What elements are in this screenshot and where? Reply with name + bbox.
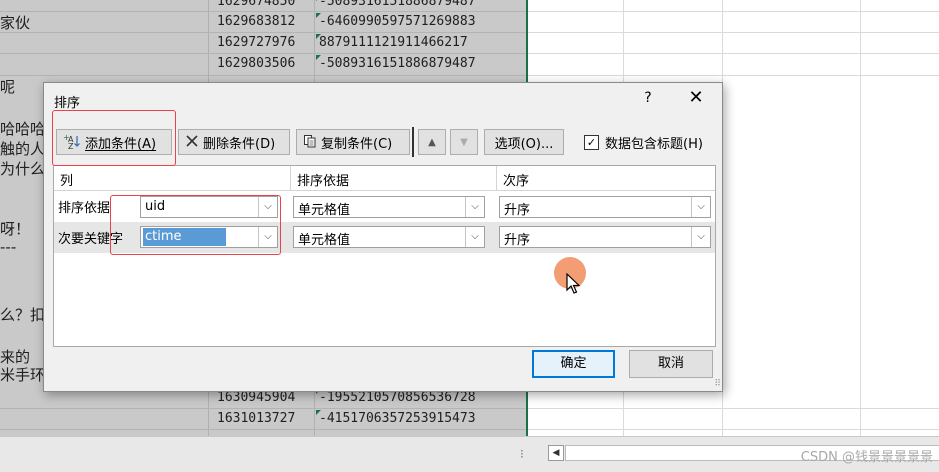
add-sort-icon: + A Z — [63, 133, 81, 152]
copy-level-button[interactable]: 复制条件(C) — [296, 129, 410, 155]
cell-text: 呀！ — [0, 220, 31, 238]
header-column: 列 — [60, 174, 74, 189]
uid-cell: 1629727976 — [217, 35, 296, 50]
column-select-value: uid — [145, 199, 166, 214]
gridline — [0, 32, 526, 33]
header-checkbox-label: 数据包含标题(H) — [605, 137, 703, 152]
ctime-cell: -1955210570856536728 — [319, 390, 476, 405]
sort-level-row[interactable]: 次要关键字 ctime ⌵ 单元格值 ⌵ 升序 ⌵ — [54, 222, 715, 253]
splitter-handle[interactable]: ⁝ — [520, 447, 525, 461]
options-label: 选项(O)... — [494, 136, 554, 152]
gridline — [528, 408, 939, 409]
sort-on-select[interactable]: 单元格值 ⌵ — [293, 226, 485, 248]
toolbar-separator — [412, 127, 414, 157]
uid-cell: 1629683812 — [217, 14, 296, 29]
sort-on-value: 单元格值 — [298, 203, 351, 218]
cell-text: 么？扣 — [0, 306, 46, 324]
gridline — [528, 11, 939, 12]
mouse-cursor-icon — [566, 273, 581, 294]
gridline — [0, 408, 526, 409]
order-select[interactable]: 升序 ⌵ — [499, 226, 711, 248]
help-button[interactable]: ? — [638, 88, 658, 108]
column-select[interactable]: uid ⌵ — [140, 196, 278, 218]
chevron-down-icon[interactable]: ⌵ — [691, 227, 710, 247]
add-level-button[interactable]: + A Z 添加条件(A) — [56, 129, 172, 155]
row-label: 排序依据 — [58, 201, 111, 216]
close-button[interactable]: ✕ — [684, 87, 708, 109]
row-label: 次要关键字 — [58, 232, 124, 247]
gridline — [0, 53, 526, 54]
header-checkbox-row[interactable]: ✓ 数据包含标题(H) — [584, 133, 703, 152]
gridline — [860, 0, 861, 436]
gridline — [0, 429, 526, 430]
options-button[interactable]: 选项(O)... — [484, 129, 564, 155]
header-order: 次序 — [503, 174, 530, 189]
delete-icon — [185, 134, 199, 151]
cell-text: 触的人 — [0, 140, 46, 158]
header-divider — [290, 166, 291, 190]
chevron-down-icon[interactable]: ⌵ — [258, 197, 277, 217]
resize-grip-icon[interactable]: ⠿ — [714, 379, 721, 389]
scroll-left-button[interactable]: ◀ — [548, 445, 564, 461]
order-value: 升序 — [504, 203, 531, 218]
ctime-cell: -5089316151886879487 — [319, 56, 476, 71]
copy-icon — [303, 134, 317, 151]
ctime-cell: -4151706357253915473 — [319, 411, 476, 426]
svg-text:Z: Z — [68, 142, 74, 149]
sort-on-value: 单元格值 — [298, 233, 351, 248]
cell-text: --- — [0, 238, 17, 256]
gridline — [528, 53, 939, 54]
order-value: 升序 — [504, 233, 531, 248]
column-select-value: ctime — [143, 228, 226, 246]
arrow-up-icon: ▲ — [428, 136, 436, 148]
sort-levels-panel: 列 排序依据 次序 排序依据 uid ⌵ 单元格值 ⌵ 升序 ⌵ 次要关键字 c… — [53, 165, 716, 347]
ok-button[interactable]: 确定 — [532, 350, 615, 378]
header-divider — [496, 166, 497, 190]
uid-cell: 1631013727 — [217, 411, 296, 426]
ctime-cell: -6460990597571269883 — [319, 14, 476, 29]
chevron-down-icon[interactable]: ⌵ — [465, 197, 484, 217]
arrow-down-icon: ▼ — [460, 136, 468, 148]
uid-cell: 1629674850 — [217, 0, 296, 9]
ctime-cell: 8879111121911466217 — [319, 35, 468, 50]
gridline — [0, 75, 526, 76]
add-level-label: 添加条件(A) — [85, 136, 157, 152]
gridline — [528, 75, 939, 76]
copy-level-label: 复制条件(C) — [321, 136, 393, 152]
cancel-button[interactable]: 取消 — [629, 350, 713, 378]
gridline — [528, 429, 939, 430]
chevron-down-icon[interactable]: ⌵ — [691, 197, 710, 217]
sort-dialog: 排序 ? ✕ + A Z 添加条件(A) 删除条件(D) 复制条件(C) ▲ ▼ 选… — [43, 82, 723, 392]
move-up-button[interactable]: ▲ — [418, 129, 446, 155]
gridline — [0, 11, 526, 12]
uid-cell: 1630945904 — [217, 390, 296, 405]
sort-level-row[interactable]: 排序依据 uid ⌵ 单元格值 ⌵ 升序 ⌵ — [54, 191, 715, 222]
dialog-title: 排序 — [54, 96, 81, 111]
header-checkbox[interactable]: ✓ — [584, 135, 599, 150]
order-select[interactable]: 升序 ⌵ — [499, 196, 711, 218]
levels-header: 列 排序依据 次序 — [54, 166, 715, 191]
chevron-down-icon[interactable]: ⌵ — [465, 227, 484, 247]
gridline — [528, 32, 939, 33]
uid-cell: 1629803506 — [217, 56, 296, 71]
sort-on-select[interactable]: 单元格值 ⌵ — [293, 196, 485, 218]
cell-text: 米手环 — [0, 366, 46, 384]
column-select[interactable]: ctime ⌵ — [140, 226, 278, 248]
header-sort-on: 排序依据 — [297, 174, 350, 189]
watermark: CSDN @钱景景景景景 — [800, 450, 933, 465]
chevron-down-icon[interactable]: ⌵ — [258, 227, 277, 247]
cell-text: 呢 — [0, 78, 16, 96]
cell-text: 家伙 — [0, 14, 31, 32]
delete-level-button[interactable]: 删除条件(D) — [178, 129, 290, 155]
delete-level-label: 删除条件(D) — [203, 136, 276, 152]
cell-text: 哈哈哈 — [0, 120, 46, 138]
move-down-button[interactable]: ▼ — [450, 129, 478, 155]
cell-text: 为什么 — [0, 160, 46, 178]
ctime-cell: -5089316151886879487 — [319, 0, 476, 9]
